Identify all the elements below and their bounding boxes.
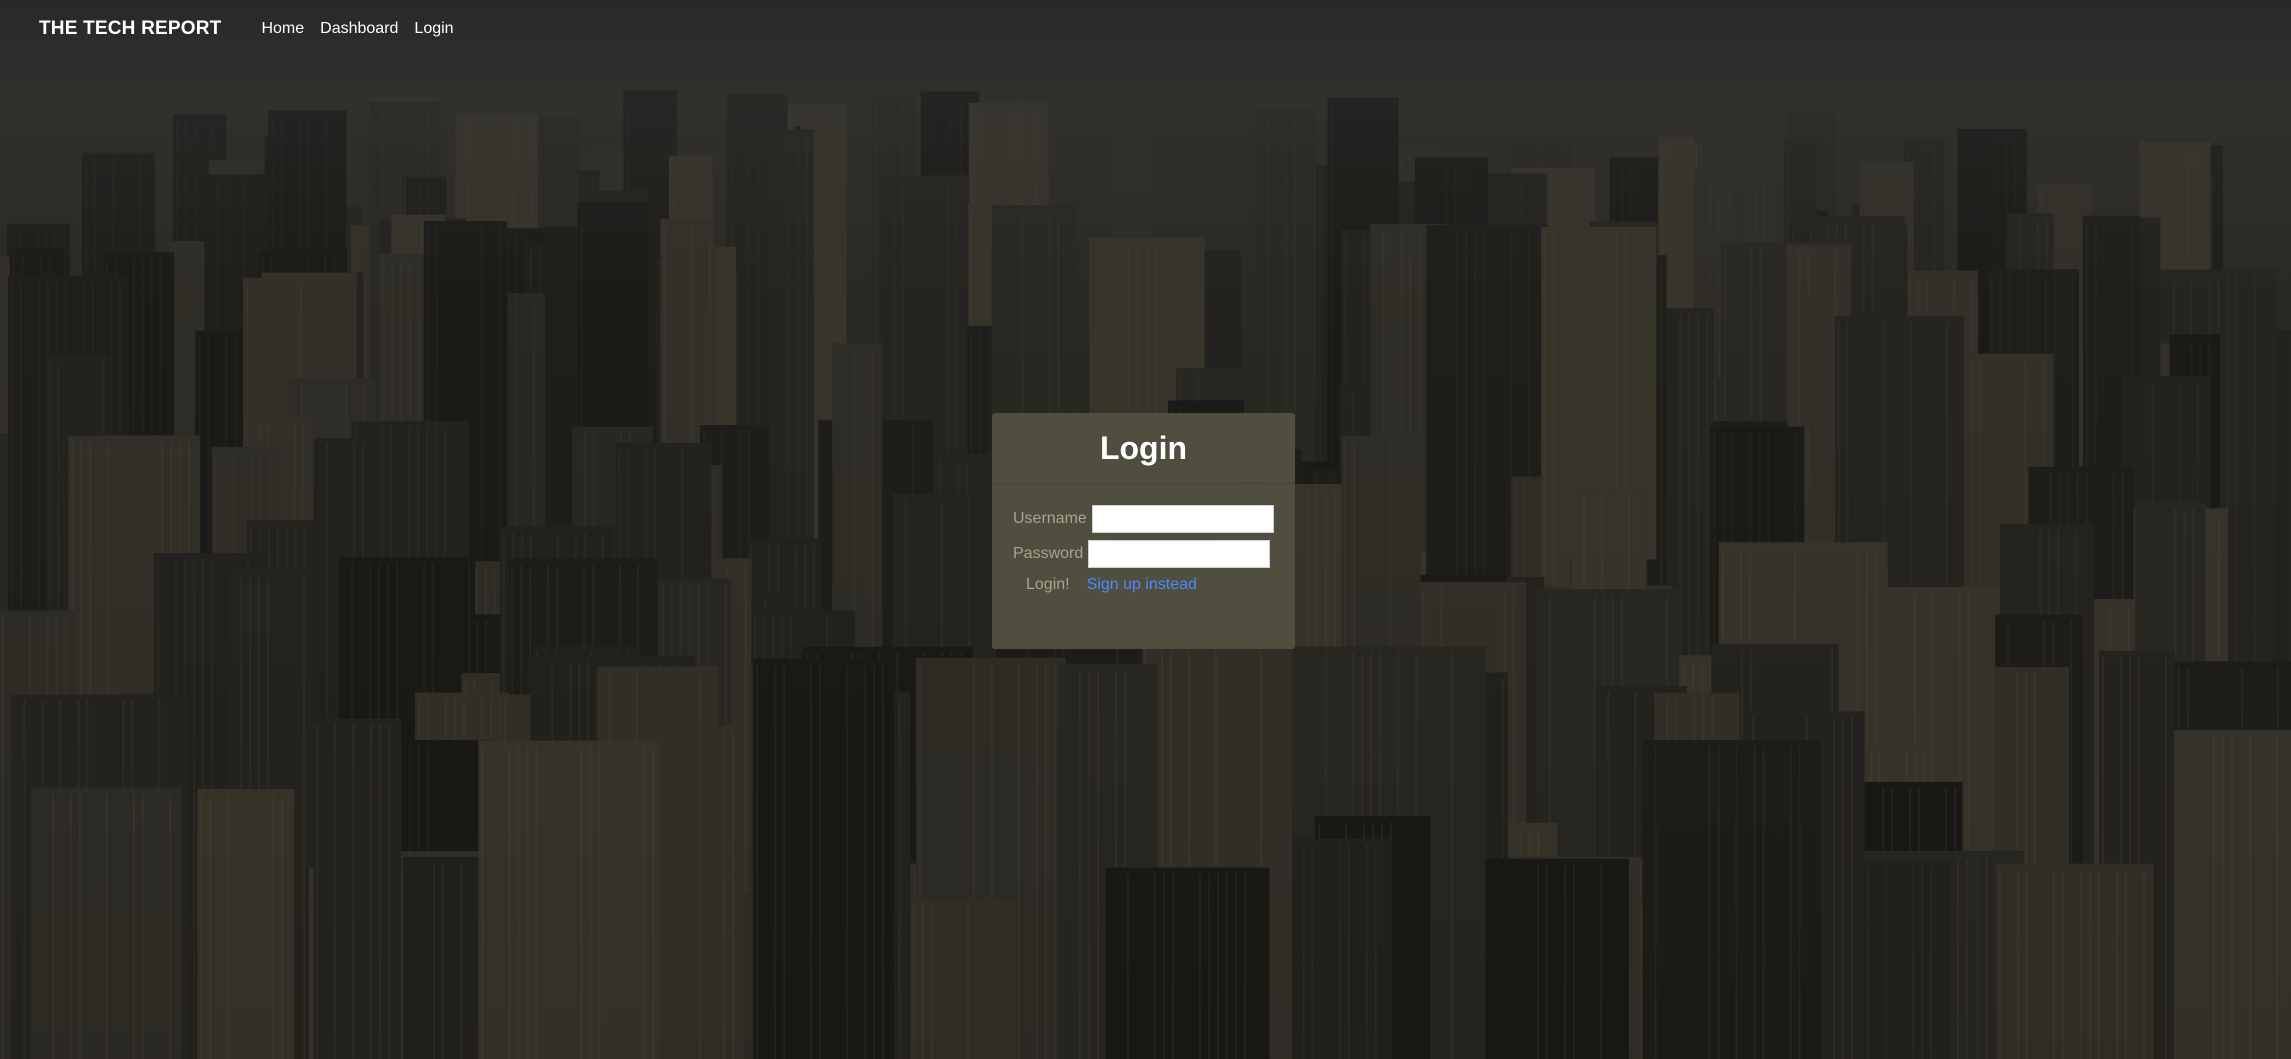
login-card: Login Username Password Login! Sign up i…: [992, 413, 1295, 649]
nav-link-dashboard[interactable]: Dashboard: [320, 20, 398, 38]
top-navbar: THE TECH REPORT Home Dashboard Login: [0, 0, 2291, 58]
password-input[interactable]: [1088, 539, 1271, 568]
nav-link-home[interactable]: Home: [261, 20, 304, 38]
nav-link-login[interactable]: Login: [414, 20, 453, 38]
login-actions: Login! Sign up instead: [1013, 576, 1295, 594]
login-card-header: Login: [992, 413, 1295, 484]
login-submit-button[interactable]: Login!: [1013, 576, 1070, 594]
password-row: Password: [1013, 539, 1295, 568]
brand-logo-link[interactable]: THE TECH REPORT: [39, 18, 221, 40]
username-input[interactable]: [1091, 504, 1274, 533]
signup-link[interactable]: Sign up instead: [1087, 576, 1197, 594]
login-form: Username Password Login! Sign up instead: [992, 484, 1295, 594]
username-row: Username: [1013, 504, 1295, 533]
login-title: Login: [1099, 429, 1188, 466]
username-label: Username: [1013, 509, 1087, 527]
password-label: Password: [1013, 544, 1084, 562]
